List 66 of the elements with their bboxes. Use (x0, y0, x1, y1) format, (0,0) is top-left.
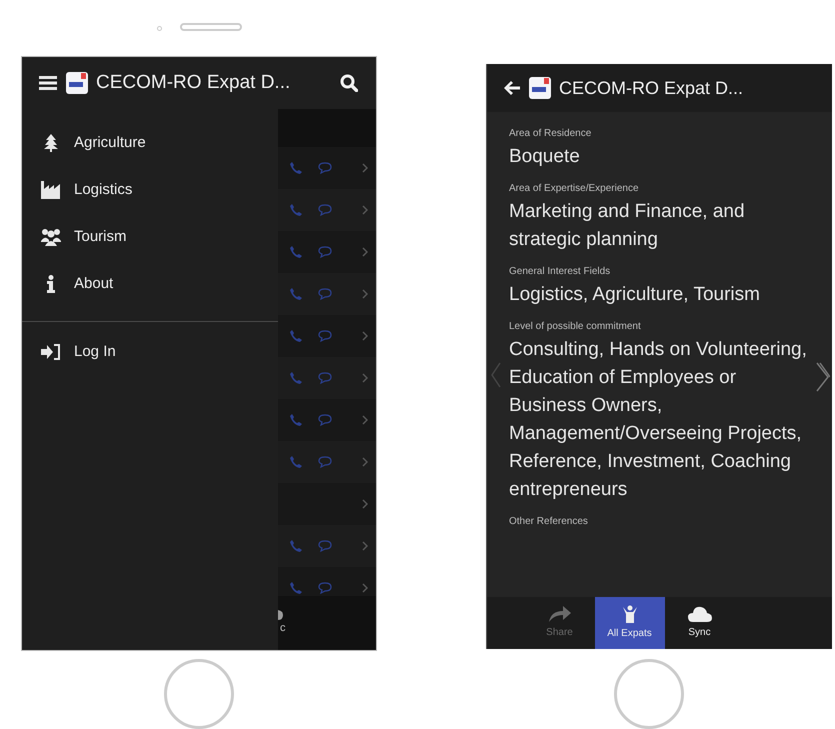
tree-icon (42, 134, 60, 152)
phone-icon (290, 330, 302, 342)
field-value: Boquete (509, 145, 581, 169)
drawer-item[interactable]: About (22, 260, 278, 308)
search-icon (340, 74, 358, 92)
chevron-right-icon (362, 541, 368, 552)
phone-icon (290, 414, 302, 426)
app-logo-icon (529, 77, 551, 99)
chevron-right-icon (362, 205, 368, 216)
chat-bubble-icon (318, 330, 332, 342)
factory-icon (41, 180, 61, 199)
tab-label: c (280, 620, 286, 636)
field-label: Area of Residence (509, 127, 592, 141)
person-icon (622, 605, 636, 623)
chevron-right-icon (362, 247, 368, 258)
drawer-item[interactable]: Log In (22, 332, 278, 372)
phone-icon (290, 288, 302, 300)
field-label: Other References (509, 515, 589, 529)
chevron-right-icon (362, 163, 368, 174)
phone-icon (290, 540, 302, 552)
back-arrow-icon (504, 81, 520, 95)
chat-bubble-icon (318, 162, 332, 174)
chat-bubble-icon (318, 288, 332, 300)
chevron-right-icon (362, 373, 368, 384)
field-label: General Interest Fields (509, 265, 612, 279)
phone-icon (290, 204, 302, 216)
share-arrow-icon (548, 606, 570, 622)
chat-bubble-icon (318, 246, 332, 258)
app-title: CECOM-RO Expat D... (559, 76, 744, 100)
chevron-right-icon (362, 331, 368, 342)
field-value: Logistics, Agriculture, Tourism (509, 283, 761, 307)
chevron-right-icon (362, 289, 368, 300)
chevron-right-icon (362, 583, 368, 594)
chevron-right-icon (362, 457, 368, 468)
app-title: CECOM-RO Expat D... (96, 71, 290, 96)
drawer-item[interactable]: Agriculture (22, 119, 278, 166)
menu-icon (39, 76, 57, 90)
chevron-right-icon (362, 499, 368, 510)
field-label: Area of Expertise/Experience (509, 182, 640, 196)
chat-bubble-icon (318, 372, 332, 384)
phone-icon (290, 162, 302, 174)
phone-icon (290, 456, 302, 468)
chat-bubble-icon (318, 582, 332, 594)
search-button[interactable] (338, 72, 360, 94)
back-button[interactable] (503, 79, 521, 97)
drawer-item[interactable]: Logistics (22, 166, 278, 214)
phone-icon (290, 372, 302, 384)
chevron-right-icon (816, 362, 830, 392)
login-icon (41, 344, 61, 360)
chat-bubble-icon (318, 414, 332, 426)
field-value: Marketing and Finance, and strategic planning (509, 200, 746, 252)
field-label: Level of possible commitment (509, 320, 642, 334)
chat-bubble-icon (318, 204, 332, 216)
phone-icon (290, 582, 302, 594)
chat-bubble-icon (318, 540, 332, 552)
app-logo-icon (66, 72, 88, 94)
users-icon (41, 228, 61, 246)
chevron-right-icon (362, 415, 368, 426)
chevron-left-icon (491, 362, 501, 388)
chat-bubble-icon (318, 456, 332, 468)
info-icon (46, 274, 56, 293)
drawer-item[interactable]: Tourism (22, 213, 278, 260)
tab-button[interactable]: All Expats (594, 597, 664, 649)
field-value: Consulting, Hands on Volunteering, Education of Employees or Business Owners, Management/Overseeing Projects, Reference, Investment, Coaching entrepreneurs (509, 338, 808, 502)
speaker-slot (180, 23, 242, 32)
phone-icon (290, 246, 302, 258)
